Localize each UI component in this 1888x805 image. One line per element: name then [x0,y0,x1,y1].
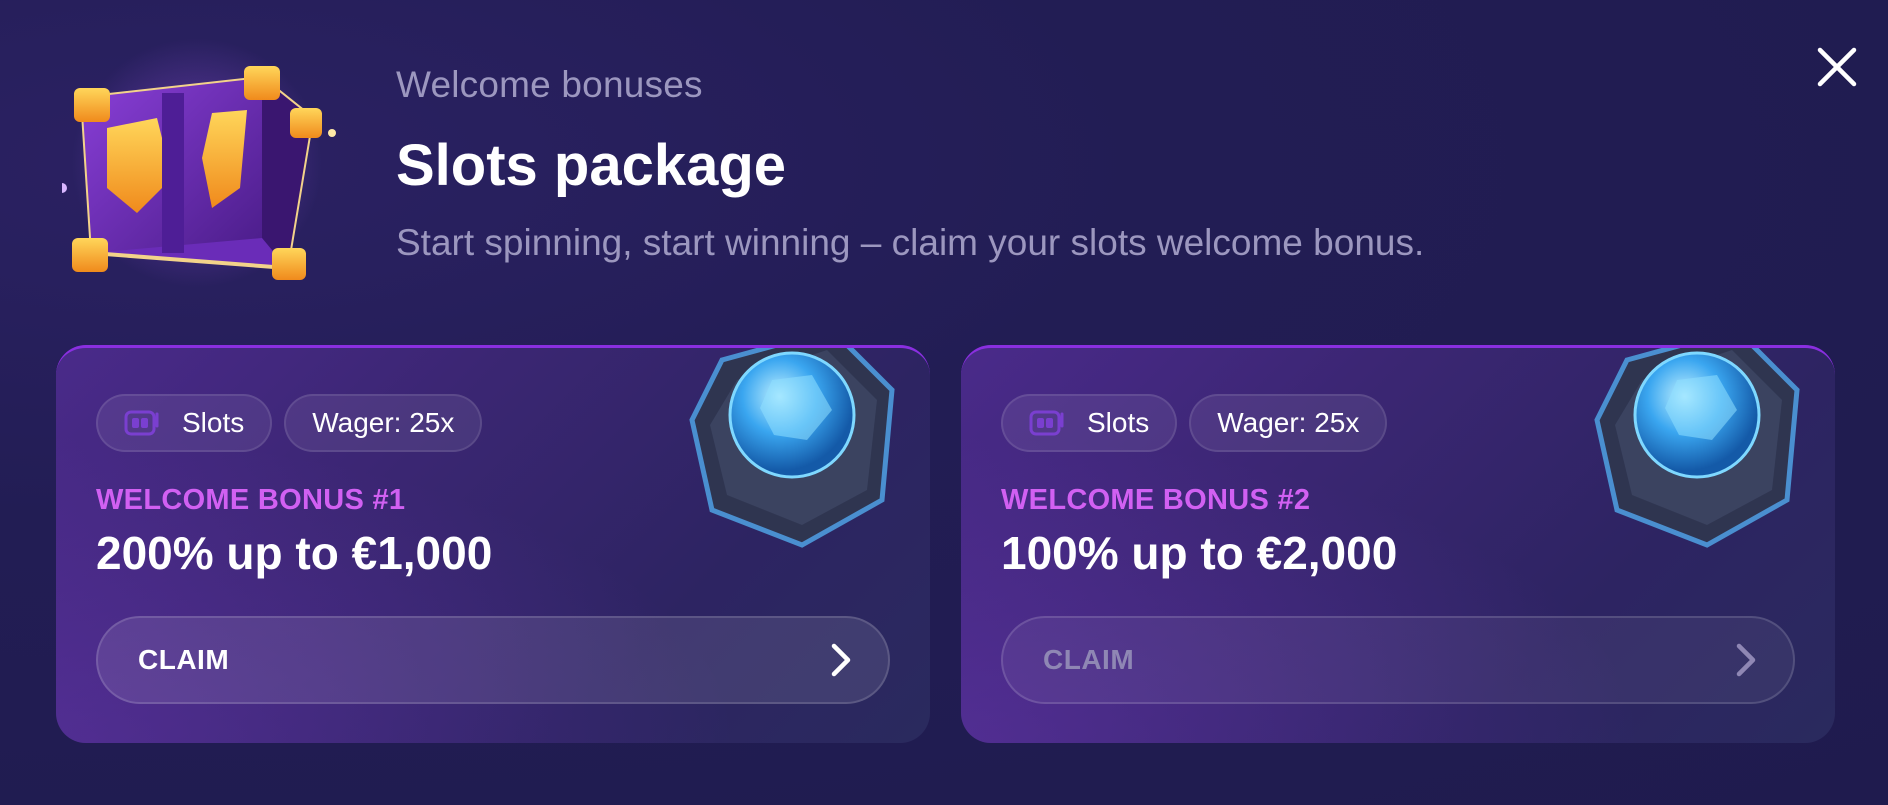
bonus-card: Slots Wager: 25x WELCOME BONUS #2 100% u… [961,345,1835,743]
tag-wager-label: Wager: 25x [312,407,455,438]
tag-wager-label: Wager: 25x [1217,407,1360,438]
tag-slots-label: Slots [1087,407,1150,438]
claim-button[interactable]: CLAIM [96,616,890,704]
tag-wager: Wager: 25x [1189,394,1388,452]
blue-gem-illustration [682,348,902,550]
tag-wager: Wager: 25x [284,394,483,452]
tag-slots-label: Slots [182,407,245,438]
welcome-bonus-modal: Welcome bonuses Slots package Start spin… [0,0,1888,805]
bonus-card: Slots Wager: 25x WELCOME BONUS #1 200% u… [56,345,930,743]
slot-machine-icon [1029,408,1067,438]
bonus-kicker: WELCOME BONUS #1 [96,484,406,516]
claim-button-label: CLAIM [138,644,230,675]
tag-slots: Slots [96,394,273,452]
bonus-amount: 100% up to €2,000 [1001,527,1398,579]
bonus-kicker: WELCOME BONUS #2 [1001,484,1311,516]
chevron-right-icon [826,640,856,680]
claim-button-label: CLAIM [1043,644,1135,675]
tag-slots: Slots [1001,394,1178,452]
close-icon [1817,47,1857,87]
page-subtitle: Start spinning, start winning – claim yo… [396,222,1425,263]
eyebrow-label: Welcome bonuses [396,64,703,105]
slot-machine-icon [124,408,162,438]
page-title: Slots package [396,133,787,198]
blue-gem-illustration [1587,348,1807,550]
bonus-amount: 200% up to €1,000 [96,527,493,579]
claim-button[interactable]: CLAIM [1001,616,1795,704]
close-button[interactable] [1812,42,1862,92]
treasure-box-illustration [57,38,342,288]
chevron-right-icon [1731,640,1761,680]
